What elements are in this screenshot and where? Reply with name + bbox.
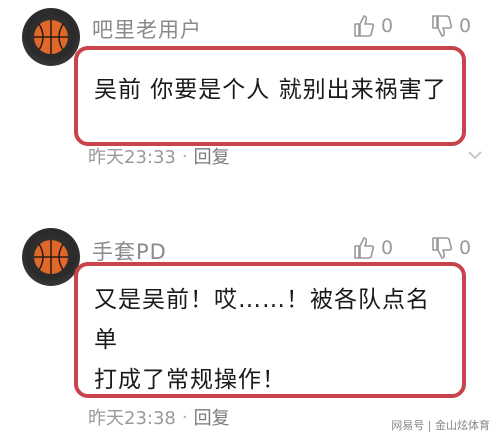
thumbs-down-icon	[432, 237, 453, 259]
comment-meta: 昨天23:33 · 回复	[88, 143, 230, 169]
dislike-button[interactable]: 0	[431, 236, 471, 260]
comment-text-bubble: 吴前 你要是个人 就别出来祸害了	[74, 46, 466, 146]
separator: ·	[181, 406, 188, 428]
basketball-icon	[34, 240, 68, 274]
separator: ·	[181, 145, 188, 167]
comment-text-bubble: 又是吴前！哎……！被各队点名单 打成了常规操作！	[74, 262, 466, 398]
dislike-count: 0	[459, 237, 472, 259]
like-button[interactable]: 0	[353, 14, 393, 38]
avatar[interactable]	[22, 228, 80, 286]
timestamp: 昨天23:38	[88, 408, 176, 429]
dislike-button[interactable]: 0	[431, 14, 471, 38]
watermark: 网易号 | 金山炫体育	[387, 416, 494, 434]
thumbs-down-icon	[432, 15, 453, 37]
comment-text: 吴前 你要是个人 就别出来祸害了	[94, 77, 447, 103]
dislike-count: 0	[459, 15, 472, 37]
like-count: 0	[381, 15, 394, 37]
chevron-down-icon[interactable]	[468, 145, 482, 164]
basketball-icon	[34, 20, 68, 54]
reply-button[interactable]: 回复	[194, 404, 230, 430]
comment-meta: 昨天23:38 · 回复	[88, 404, 230, 430]
comment-text-line: 打成了常规操作！	[94, 367, 286, 393]
comment-text-line: 又是吴前！哎……！被各队点名单	[94, 287, 430, 353]
username[interactable]: 吧里老用户	[92, 14, 202, 44]
reply-button[interactable]: 回复	[194, 143, 230, 169]
avatar[interactable]	[22, 8, 80, 66]
timestamp: 昨天23:33	[88, 147, 176, 168]
comment-item: 手套PD 0 0 又是吴前！哎……！被各队点名单 打成了常规操作！ 昨天23:3…	[0, 222, 500, 440]
thumbs-up-icon	[354, 15, 375, 37]
like-count: 0	[381, 237, 394, 259]
comment-item: 吧里老用户 0 0 吴前 你要是个人 就别出来祸害了 昨天23:33 · 回复	[0, 0, 500, 190]
like-button[interactable]: 0	[353, 236, 393, 260]
thumbs-up-icon	[354, 237, 375, 259]
